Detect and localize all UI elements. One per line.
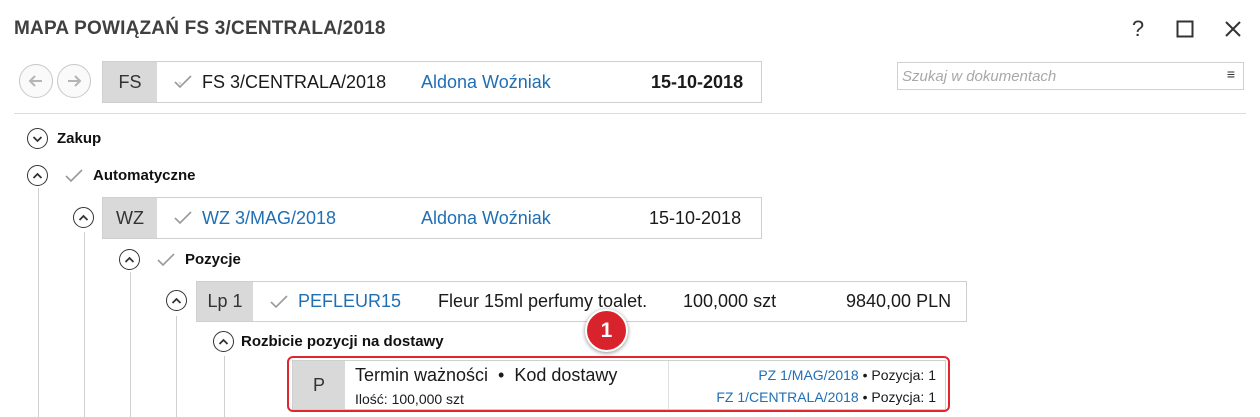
delivery-row[interactable]: P Termin ważności • Kod dostawy Ilość: 1…	[292, 360, 946, 410]
collapse-toggle-rozbicie[interactable]	[213, 331, 234, 352]
document-number-link[interactable]: WZ 3/MAG/2018	[202, 208, 336, 229]
tree-line	[176, 316, 177, 417]
maximize-button[interactable]	[1169, 14, 1201, 44]
title-bar: MAPA POWIĄZAŃ FS 3/CENTRALA/2018 ?	[0, 0, 1260, 58]
maximize-icon	[1176, 20, 1194, 38]
delivery-quantity: Ilość: 100,000 szt	[355, 391, 464, 407]
product-code-link[interactable]: PEFLEUR15	[298, 291, 401, 312]
collapse-toggle-position[interactable]	[166, 290, 187, 311]
delivery-reference-2: FZ 1/CENTRALA/2018 • Pozycja: 1	[716, 389, 936, 405]
tree-line	[224, 356, 225, 417]
help-button[interactable]: ?	[1122, 14, 1154, 44]
collapse-toggle-pozycje[interactable]	[119, 249, 140, 270]
document-type: FS	[103, 62, 157, 102]
document-number: FS 3/CENTRALA/2018	[202, 71, 387, 92]
tree-line	[84, 232, 85, 417]
document-user[interactable]: Aldona Woźniak	[421, 72, 551, 93]
wz-document-box[interactable]: WZ WZ 3/MAG/2018 Aldona Woźniak 15-10-20…	[102, 197, 762, 239]
relations-map-window: MAPA POWIĄZAŃ FS 3/CENTRALA/2018 ? FS FS…	[0, 0, 1260, 417]
delivery-type: P	[293, 361, 345, 409]
collapse-toggle-automatyczne[interactable]	[27, 165, 48, 186]
divider	[668, 361, 669, 409]
reference-position: • Pozycja: 1	[858, 389, 936, 405]
group-label-rozbicie: Rozbicie pozycji na dostawy	[241, 333, 444, 350]
expand-toggle-zakup[interactable]	[27, 128, 48, 149]
product-name: Fleur 15ml perfumy toalet.	[438, 291, 648, 311]
chevron-up-icon	[78, 214, 89, 221]
document-type: WZ	[103, 198, 157, 238]
window-title: MAPA POWIĄZAŃ FS 3/CENTRALA/2018	[14, 18, 386, 39]
check-icon	[157, 253, 175, 267]
tree-line	[38, 188, 39, 417]
search-menu-icon[interactable]: ≡	[1227, 66, 1235, 82]
reference-position: • Pozycja: 1	[858, 367, 936, 383]
chevron-up-icon	[32, 172, 43, 179]
chevron-up-icon	[124, 256, 135, 263]
arrow-left-icon	[28, 75, 42, 87]
pz-document-link[interactable]: PZ 1/MAG/2018	[758, 367, 858, 383]
document-user[interactable]: Aldona Woźniak	[421, 208, 551, 229]
delivery-title: Termin ważności • Kod dostawy	[355, 365, 618, 385]
position-number: Lp 1	[197, 282, 253, 321]
chevron-up-icon	[171, 297, 182, 304]
main-document-box[interactable]: FS FS 3/CENTRALA/2018 Aldona Woźniak 15-…	[102, 61, 762, 103]
product-price: 9840,00 PLN	[846, 291, 952, 311]
back-button[interactable]	[19, 64, 53, 98]
check-icon	[65, 169, 83, 183]
position-row[interactable]: Lp 1 PEFLEUR15 Fleur 15ml perfumy toalet…	[196, 281, 967, 322]
check-icon	[173, 210, 193, 226]
group-label-automatyczne: Automatyczne	[93, 167, 196, 184]
document-date: 15-10-2018	[651, 71, 744, 92]
close-icon	[1225, 21, 1241, 37]
forward-button[interactable]	[57, 64, 91, 98]
group-label-pozycje: Pozycje	[185, 251, 241, 268]
divider	[14, 113, 1246, 114]
group-label-zakup: Zakup	[57, 130, 102, 147]
chevron-down-icon	[32, 135, 43, 142]
chevron-up-icon	[218, 338, 229, 345]
delivery-reference-1: PZ 1/MAG/2018 • Pozycja: 1	[758, 367, 936, 383]
fz-document-link[interactable]: FZ 1/CENTRALA/2018	[716, 389, 858, 405]
document-date: 15-10-2018	[649, 207, 742, 228]
check-icon	[269, 294, 289, 310]
product-quantity: 100,000 szt	[683, 291, 777, 311]
tree-line	[130, 272, 131, 417]
search-box: ≡	[897, 62, 1244, 90]
check-icon	[173, 74, 193, 90]
collapse-toggle-wz[interactable]	[73, 207, 94, 228]
annotation-badge: 1	[585, 309, 628, 352]
arrow-right-icon	[68, 75, 82, 87]
search-input[interactable]	[898, 63, 1198, 89]
close-button[interactable]	[1217, 14, 1249, 44]
